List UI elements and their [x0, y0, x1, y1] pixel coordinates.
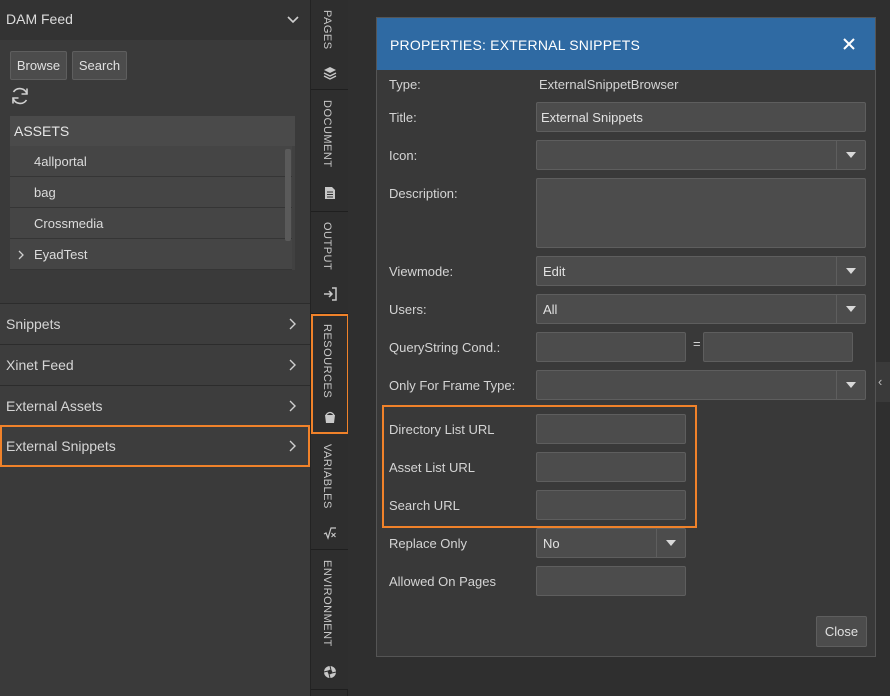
- asset-item[interactable]: 4allportal: [10, 146, 292, 177]
- chevron-left-icon: ‹: [878, 374, 883, 389]
- dropdown-toggle[interactable]: [836, 141, 865, 169]
- title-label: Title:: [389, 110, 417, 125]
- allowed-pages-label: Allowed On Pages: [389, 574, 496, 589]
- users-label: Users:: [389, 302, 427, 317]
- chevron-right-icon[interactable]: [17, 250, 25, 260]
- browse-button[interactable]: Browse: [10, 51, 67, 80]
- tab-resources[interactable]: RESOURCES: [311, 314, 349, 434]
- caret-down-icon: [846, 382, 856, 388]
- tab-variables[interactable]: VARIABLES: [311, 434, 349, 550]
- icon-label: Icon:: [389, 148, 418, 163]
- chevron-right-icon: [289, 318, 296, 330]
- users-select[interactable]: All: [536, 294, 866, 324]
- refresh-icon[interactable]: [9, 85, 31, 107]
- dam-feed-title: DAM Feed: [6, 11, 73, 27]
- dropdown-toggle[interactable]: [836, 371, 865, 399]
- description-label: Description:: [389, 186, 458, 201]
- tab-label: ENVIRONMENT: [321, 560, 333, 647]
- assets-header-label: ASSETS: [14, 123, 70, 139]
- icon-select[interactable]: [536, 140, 866, 170]
- tab-document[interactable]: DOCUMENT: [311, 90, 349, 212]
- chevron-right-icon: [289, 440, 296, 452]
- frame-type-select[interactable]: [536, 370, 866, 400]
- frame-type-label: Only For Frame Type:: [389, 378, 516, 393]
- layers-icon: [323, 67, 337, 80]
- dialog-header: PROPERTIES: EXTERNAL SNIPPETS: [377, 18, 875, 70]
- description-textarea[interactable]: [536, 178, 866, 248]
- allowed-pages-input[interactable]: [536, 566, 686, 596]
- section-snippets[interactable]: Snippets: [0, 303, 310, 344]
- tab-label: VARIABLES: [321, 444, 333, 509]
- chevron-right-icon: [289, 400, 296, 412]
- dropdown-toggle[interactable]: [656, 529, 685, 557]
- left-panel: DAM Feed Browse Search ASSETS 4allportal…: [0, 0, 310, 696]
- section-external-snippets[interactable]: External Snippets: [0, 425, 310, 467]
- asset-item[interactable]: bag: [10, 177, 292, 208]
- section-label: Snippets: [6, 316, 61, 332]
- document-icon: [325, 187, 335, 199]
- section-external-assets[interactable]: External Assets: [0, 385, 310, 426]
- asset-item-label: bag: [34, 185, 56, 200]
- querystring-label: QueryString Cond.:: [389, 340, 501, 355]
- collapse-handle[interactable]: ‹: [876, 362, 890, 402]
- close-button[interactable]: Close: [816, 616, 867, 647]
- caret-down-icon: [846, 306, 856, 312]
- search-button[interactable]: Search: [72, 51, 127, 80]
- replace-only-select[interactable]: No: [536, 528, 686, 558]
- dialog-title: PROPERTIES: EXTERNAL SNIPPETS: [390, 37, 641, 53]
- url-fields-highlight: [382, 405, 697, 528]
- tab-label: RESOURCES: [321, 324, 333, 399]
- chevron-down-icon: [287, 16, 299, 24]
- asset-item-label: 4allportal: [34, 154, 87, 169]
- export-icon: [324, 287, 337, 301]
- viewmode-select-value: Edit: [543, 264, 566, 279]
- asset-item[interactable]: EyadTest: [10, 239, 292, 270]
- querystring-right-input[interactable]: [703, 332, 853, 362]
- caret-down-icon: [846, 268, 856, 274]
- title-field-value: External Snippets: [541, 110, 643, 125]
- assets-header: ASSETS: [10, 116, 295, 146]
- aperture-icon: [323, 665, 337, 679]
- vertical-tab-strip: PAGES DOCUMENT OUTPUT RESOURCES VARIABLE…: [310, 0, 349, 696]
- replace-only-value: No: [543, 536, 560, 551]
- tab-label: OUTPUT: [321, 222, 333, 271]
- equals-sign: =: [693, 336, 701, 351]
- type-value: ExternalSnippetBrowser: [539, 77, 679, 92]
- dropdown-toggle[interactable]: [836, 295, 865, 323]
- dropdown-toggle[interactable]: [836, 257, 865, 285]
- section-label: Xinet Feed: [6, 357, 74, 373]
- tab-pages[interactable]: PAGES: [311, 0, 349, 90]
- dam-feed-header[interactable]: DAM Feed: [0, 0, 310, 40]
- querystring-left-input[interactable]: [536, 332, 686, 362]
- tab-output[interactable]: OUTPUT: [311, 212, 349, 314]
- assets-list: ASSETS 4allportal bag Crossmedia EyadTes…: [10, 116, 295, 270]
- tab-environment[interactable]: ENVIRONMENT: [311, 550, 349, 690]
- chevron-right-icon: [289, 359, 296, 371]
- assets-scrollbar[interactable]: [285, 149, 291, 241]
- viewmode-select[interactable]: Edit: [536, 256, 866, 286]
- type-label: Type:: [389, 77, 421, 92]
- replace-only-label: Replace Only: [389, 536, 468, 551]
- asset-item-label: EyadTest: [34, 247, 88, 262]
- section-xinet-feed[interactable]: Xinet Feed: [0, 344, 310, 385]
- tab-label: PAGES: [321, 10, 333, 50]
- title-field[interactable]: External Snippets: [536, 102, 866, 132]
- properties-dialog: PROPERTIES: EXTERNAL SNIPPETS Type: Exte…: [376, 17, 876, 657]
- bucket-icon: [325, 411, 335, 423]
- function-icon: [323, 527, 336, 540]
- viewmode-label: Viewmode:: [389, 264, 454, 279]
- asset-item[interactable]: Crossmedia: [10, 208, 292, 239]
- close-icon[interactable]: [841, 36, 857, 52]
- caret-down-icon: [846, 152, 856, 158]
- users-select-value: All: [543, 302, 558, 317]
- tab-label: DOCUMENT: [321, 100, 333, 168]
- section-label: External Snippets: [6, 438, 116, 454]
- asset-item-label: Crossmedia: [34, 216, 104, 231]
- section-label: External Assets: [6, 398, 103, 414]
- caret-down-icon: [666, 540, 676, 546]
